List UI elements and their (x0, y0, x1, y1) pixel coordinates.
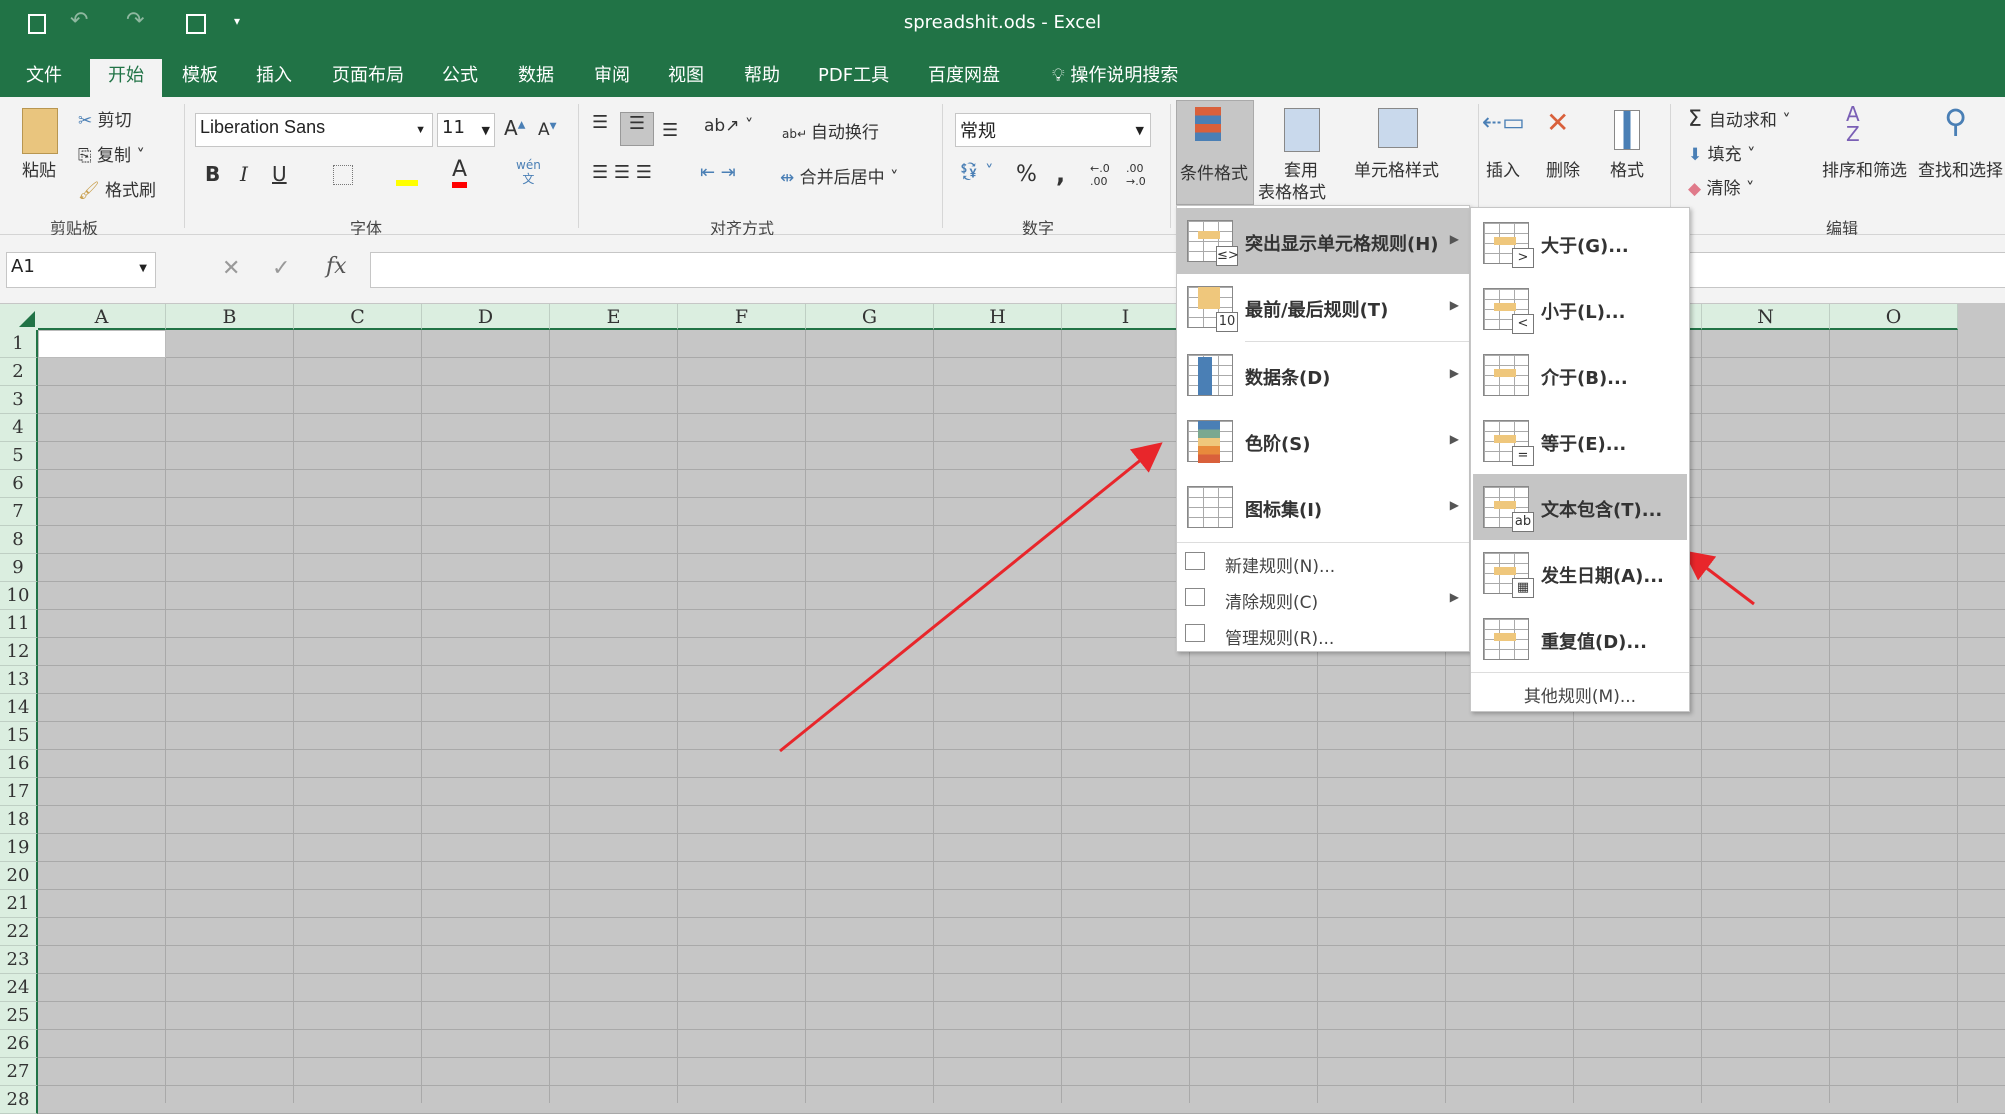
rule-icon (1483, 354, 1529, 396)
menu-item-label: 数据条(D) (1245, 368, 1331, 389)
conditional-formatting-menu: ≤> 突出显示单元格规则(H) ▶ 10 最前/最后规则(T) ▶ 数据条(D) ▶ … (1176, 205, 1470, 652)
submenu-arrow-icon: ▶ (1449, 432, 1459, 446)
submenu-arrow-icon: ▶ (1449, 232, 1459, 246)
menu-item-label: 清除规则(C) (1225, 593, 1319, 613)
menu-item-clear-rules[interactable]: 清除规则(C) ▶ (1177, 582, 1469, 616)
menu-item-label: 发生日期(A)... (1541, 566, 1664, 587)
menu-item-label: 色阶(S) (1245, 434, 1311, 455)
top-bottom-icon: 10 (1187, 286, 1238, 332)
menu-item-label: 重复值(D)... (1541, 632, 1647, 653)
data-bars-icon (1187, 354, 1233, 396)
menu-item-label: 管理规则(R)... (1225, 629, 1335, 649)
submenu-item[interactable]: ab 文本包含(T)... (1473, 474, 1687, 540)
submenu-item[interactable]: 重复值(D)... (1473, 606, 1687, 672)
submenu-item[interactable]: 介于(B)... (1473, 342, 1687, 408)
menu-item-label: 介于(B)... (1541, 368, 1628, 389)
submenu-arrow-icon: ▶ (1449, 366, 1459, 380)
submenu-item[interactable]: > 大于(G)... (1473, 210, 1687, 276)
highlight-rules-icon: ≤> (1187, 220, 1239, 266)
menu-item-new-rule[interactable]: 新建规则(N)... (1177, 546, 1469, 580)
menu-item-highlight-cells-rules[interactable]: ≤> 突出显示单元格规则(H) ▶ (1177, 208, 1469, 274)
menu-item-label: 新建规则(N)... (1225, 557, 1336, 577)
rule-icon (1483, 618, 1529, 660)
submenu-item[interactable]: = 等于(E)... (1473, 408, 1687, 474)
menu-item-more-rules[interactable]: 其他规则(M)... (1471, 678, 1689, 710)
rule-icon: ab (1483, 486, 1534, 532)
new-rule-icon (1185, 552, 1205, 570)
menu-item-label: 等于(E)... (1541, 434, 1627, 455)
menu-item-manage-rules[interactable]: 管理规则(R)... (1177, 618, 1469, 652)
menu-item-color-scales[interactable]: 色阶(S) ▶ (1177, 408, 1469, 474)
menu-item-label: 最前/最后规则(T) (1245, 300, 1389, 321)
submenu-arrow-icon: ▶ (1449, 298, 1459, 312)
highlight-cells-submenu: > 大于(G)... < 小于(L)... 介于(B)... = 等于(E)... ab 文本包… (1470, 207, 1690, 712)
rule-icon: < (1483, 288, 1534, 334)
annotation-arrow-1 (779, 442, 1163, 753)
menu-item-label: 大于(G)... (1541, 236, 1629, 257)
annotation-arrows (779, 442, 1755, 753)
submenu-item[interactable]: ▦ 发生日期(A)... (1473, 540, 1687, 606)
rule-icon: > (1483, 222, 1534, 268)
submenu-item[interactable]: < 小于(L)... (1473, 276, 1687, 342)
menu-item-label: 小于(L)... (1541, 302, 1626, 323)
menu-item-label: 突出显示单元格规则(H) (1245, 234, 1439, 255)
annotation-arrow-2 (1683, 550, 1755, 606)
rule-icon: = (1483, 420, 1534, 466)
menu-item-data-bars[interactable]: 数据条(D) ▶ (1177, 342, 1469, 408)
color-scales-icon (1187, 420, 1233, 463)
manage-rules-icon (1185, 624, 1205, 642)
clear-rules-icon (1185, 588, 1205, 606)
submenu-arrow-icon: ▶ (1449, 498, 1459, 512)
menu-item-top-bottom-rules[interactable]: 10 最前/最后规则(T) ▶ (1177, 274, 1469, 340)
icon-sets-icon (1187, 486, 1233, 528)
menu-item-icon-sets[interactable]: 图标集(I) ▶ (1177, 474, 1469, 540)
menu-item-label: 图标集(I) (1245, 500, 1323, 521)
rule-icon: ▦ (1483, 552, 1534, 598)
menu-item-label: 文本包含(T)... (1541, 500, 1663, 521)
menu-item-label: 其他规则(M)... (1523, 687, 1637, 707)
submenu-arrow-icon: ▶ (1449, 590, 1459, 604)
